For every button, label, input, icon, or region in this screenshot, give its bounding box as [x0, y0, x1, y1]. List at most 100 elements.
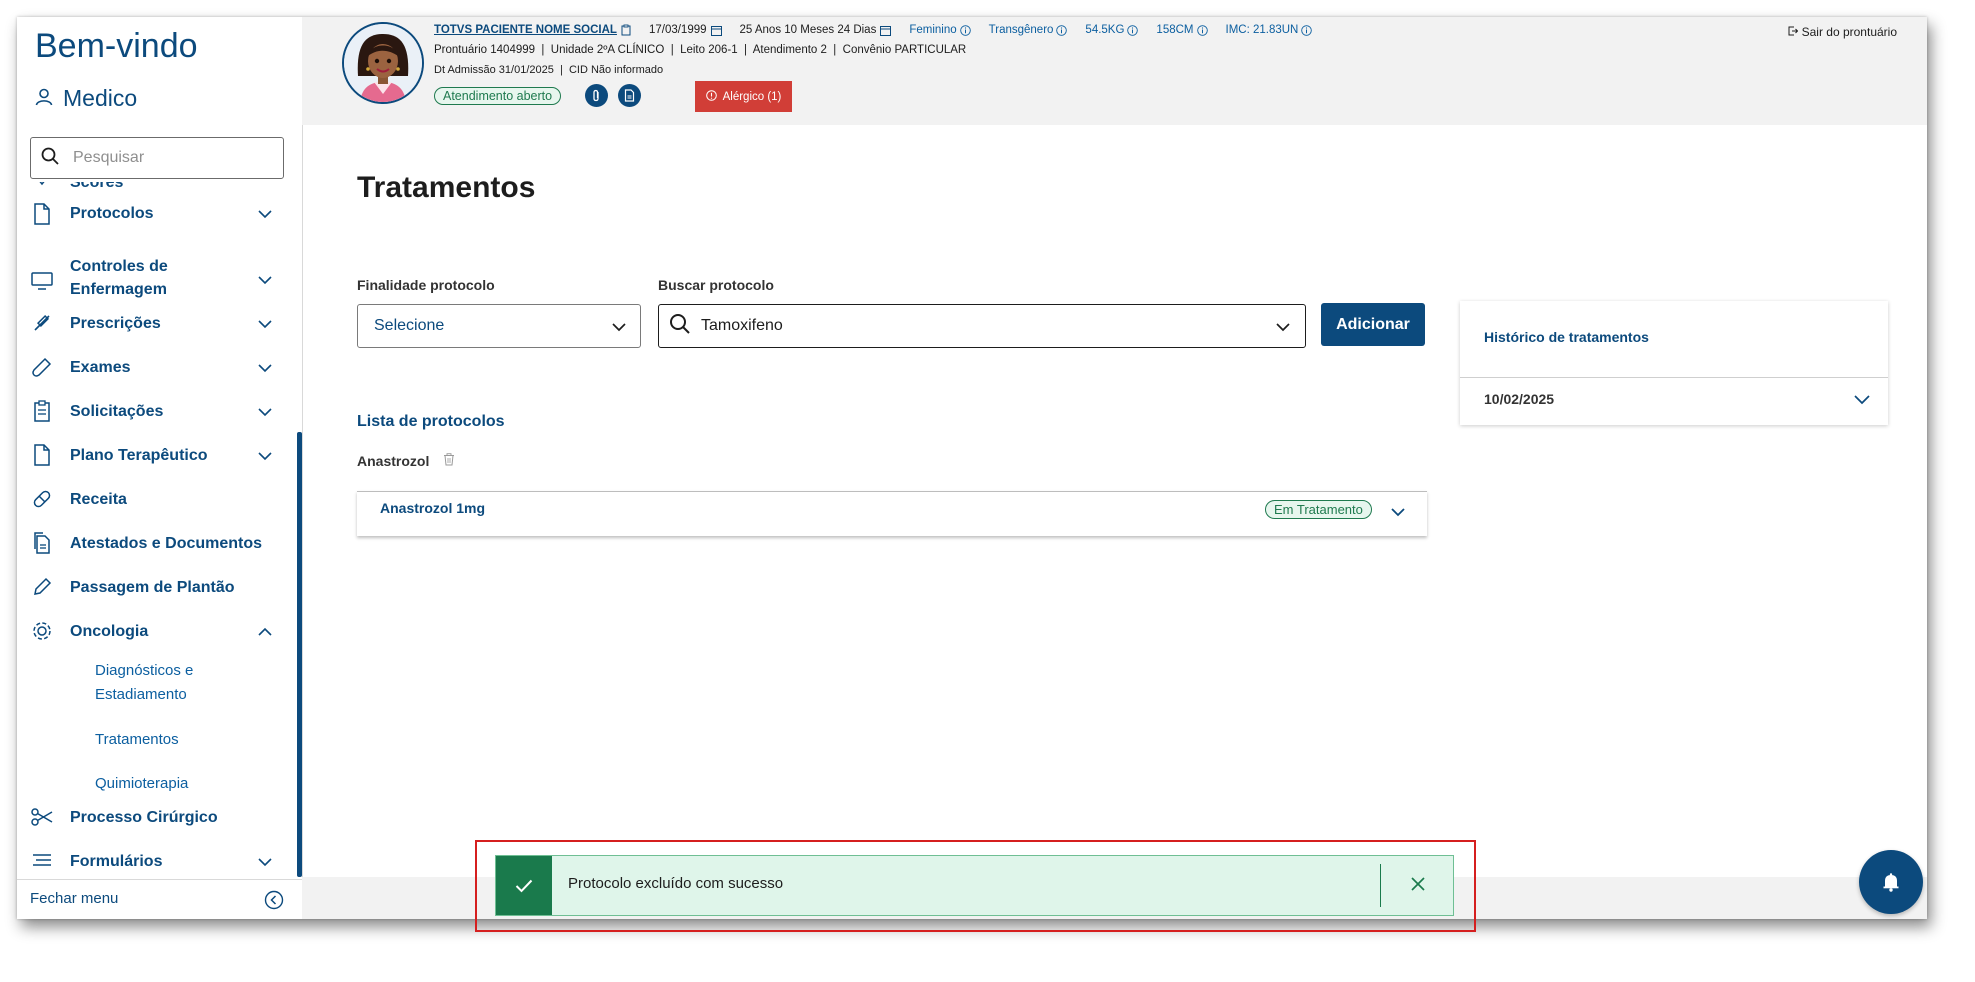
attachment-button[interactable]: [585, 84, 609, 107]
sidebar-item-label: Oncologia: [70, 623, 149, 640]
alert-icon: [705, 89, 717, 104]
buscar-label: Buscar protocolo: [658, 277, 774, 293]
welcome-title: Bem-vindo: [35, 27, 198, 65]
chevron-down-icon: [258, 408, 272, 417]
chevron-down-icon[interactable]: [1853, 393, 1871, 407]
document-icon: [625, 89, 635, 102]
success-toast: Protocolo excluído com sucesso: [495, 855, 1454, 916]
sidebar-item-label: Prescrições: [70, 315, 161, 332]
patient-gender: Feminino: [909, 24, 957, 36]
paperclip-icon: [593, 89, 599, 102]
sidebar-item-label: Exames: [70, 359, 131, 376]
patient-identity: Transgênero: [988, 24, 1054, 36]
divider: [1380, 864, 1381, 907]
pill-icon: [31, 488, 53, 510]
sidebar-item-prescricoes[interactable]: Prescrições: [17, 314, 287, 344]
sidebar-search[interactable]: [30, 137, 284, 179]
main-content: Tratamentos Finalidade protocolo Selecio…: [302, 125, 1927, 919]
user-role[interactable]: Medico: [35, 85, 137, 112]
notifications-button[interactable]: [1859, 850, 1923, 914]
collapse-icon[interactable]: [264, 890, 284, 915]
chevron-down-icon[interactable]: [1390, 504, 1406, 520]
chevron-down-icon[interactable]: [1275, 319, 1291, 335]
exit-icon: [1788, 25, 1798, 39]
finalidade-select[interactable]: Selecione: [357, 304, 641, 348]
close-menu-label[interactable]: Fechar menu: [30, 890, 118, 907]
patient-info-row-1: TOTVS PACIENTE NOME SOCIAL 17/03/1999 25…: [434, 24, 1313, 36]
sidebar-item-atestados[interactable]: Atestados e Documentos: [17, 532, 287, 564]
sidebar-item-exames[interactable]: Exames: [17, 356, 287, 388]
chevron-down-icon: [258, 364, 272, 373]
patient-info-row-2: Prontuário 1404999 | Unidade 2ºA CLÍNICO…: [434, 44, 967, 56]
sidebar-item-processo-cirurgico[interactable]: Processo Cirúrgico: [17, 808, 287, 838]
sidebar-item-receita[interactable]: Receita: [17, 490, 287, 520]
sidebar-subitem-diagnosticos[interactable]: Diagnósticos e Estadiamento: [95, 659, 265, 707]
patient-info-row-3: Dt Admissão 31/01/2025 | CID Não informa…: [434, 64, 664, 76]
history-panel: Histórico de tratamentos 10/02/2025: [1460, 301, 1888, 425]
info-icon[interactable]: [1196, 24, 1208, 36]
chevron-down-icon: [258, 452, 272, 461]
buscar-value: Tamoxifeno: [701, 317, 783, 334]
sidebar-subitem-quimioterapia[interactable]: Quimioterapia: [95, 772, 188, 796]
chevron-up-icon: [258, 627, 272, 636]
patient-weight: 54.5KG: [1085, 24, 1125, 36]
info-icon[interactable]: [959, 24, 971, 36]
sidebar-item-formularios[interactable]: Formulários: [17, 852, 287, 882]
chevron-down-icon: [258, 320, 272, 329]
patient-age: 25 Anos 10 Meses 24 Dias: [739, 24, 877, 36]
check-icon: [496, 856, 552, 915]
bell-icon: [1883, 873, 1899, 892]
protocol-name[interactable]: Anastrozol 1mg: [380, 500, 485, 516]
chevron-down-icon: [258, 210, 272, 219]
protocol-list-title: Lista de protocolos: [357, 413, 505, 430]
buscar-protocolo-input[interactable]: Tamoxifeno: [658, 304, 1306, 348]
chevron-down-icon: [258, 276, 272, 285]
sidebar-item-label: Processo Cirúrgico: [70, 809, 218, 826]
scores-icon: [31, 182, 53, 192]
info-icon[interactable]: [1056, 24, 1068, 36]
clipboard-icon: [31, 400, 53, 422]
test-tube-icon: [31, 356, 53, 378]
sidebar-item-oncologia[interactable]: Oncologia: [17, 622, 287, 652]
sidebar-search-input[interactable]: [71, 148, 265, 168]
sidebar-item-label: Receita: [70, 491, 127, 508]
close-icon[interactable]: [1410, 876, 1426, 897]
document-button[interactable]: [618, 84, 642, 107]
sidebar-item-protocolos[interactable]: Protocolos: [17, 192, 287, 236]
sidebar-footer[interactable]: Fechar menu: [17, 879, 302, 919]
gear-icon: [31, 620, 53, 642]
status-badge: Atendimento aberto: [434, 86, 562, 105]
logout-link[interactable]: Sair do prontuário: [1788, 25, 1897, 39]
logout-label: Sair do prontuário: [1801, 25, 1897, 39]
calendar-icon: [880, 25, 892, 36]
document-icon: [31, 444, 53, 466]
sidebar-subitem-tratamentos[interactable]: Tratamentos: [95, 728, 179, 752]
patient-imc: IMC: 21.83UN: [1225, 24, 1299, 36]
sidebar-item-label: Plano Terapêutico: [70, 447, 208, 464]
allergic-badge[interactable]: Alérgico (1): [695, 81, 792, 112]
sidebar-item-label: Atestados e Documentos: [70, 535, 263, 552]
search-icon: [669, 313, 691, 340]
add-button[interactable]: Adicionar: [1321, 303, 1425, 346]
patient-name-link[interactable]: TOTVS PACIENTE NOME SOCIAL: [434, 24, 617, 36]
calendar-icon: [710, 25, 722, 36]
info-icon[interactable]: [1301, 24, 1313, 36]
sidebar-item-label: Controles de Enfermagem: [70, 258, 168, 298]
document-icon: [31, 203, 53, 225]
finalidade-value: Selecione: [374, 317, 445, 334]
sidebar-item-solicitacoes[interactable]: Solicitações: [17, 400, 287, 432]
history-date-item[interactable]: 10/02/2025: [1484, 391, 1554, 407]
sidebar-item-plano-terapeutico[interactable]: Plano Terapêutico: [17, 444, 287, 476]
search-icon: [41, 147, 59, 170]
clipboard-icon[interactable]: [621, 24, 631, 36]
scissors-icon: [31, 806, 53, 828]
sidebar-item-label: Formulários: [70, 853, 163, 870]
protocol-card[interactable]: Anastrozol 1mg Em Tratamento: [357, 491, 1427, 536]
page-title: Tratamentos: [357, 171, 536, 204]
allergic-label: Alérgico (1): [722, 90, 782, 103]
trash-icon[interactable]: [443, 453, 455, 469]
monitor-icon: [31, 270, 53, 292]
sidebar-item-passagem-plantao[interactable]: Passagem de Plantão: [17, 577, 287, 608]
info-icon[interactable]: [1127, 24, 1139, 36]
sidebar-item-label: Solicitações: [70, 403, 164, 420]
